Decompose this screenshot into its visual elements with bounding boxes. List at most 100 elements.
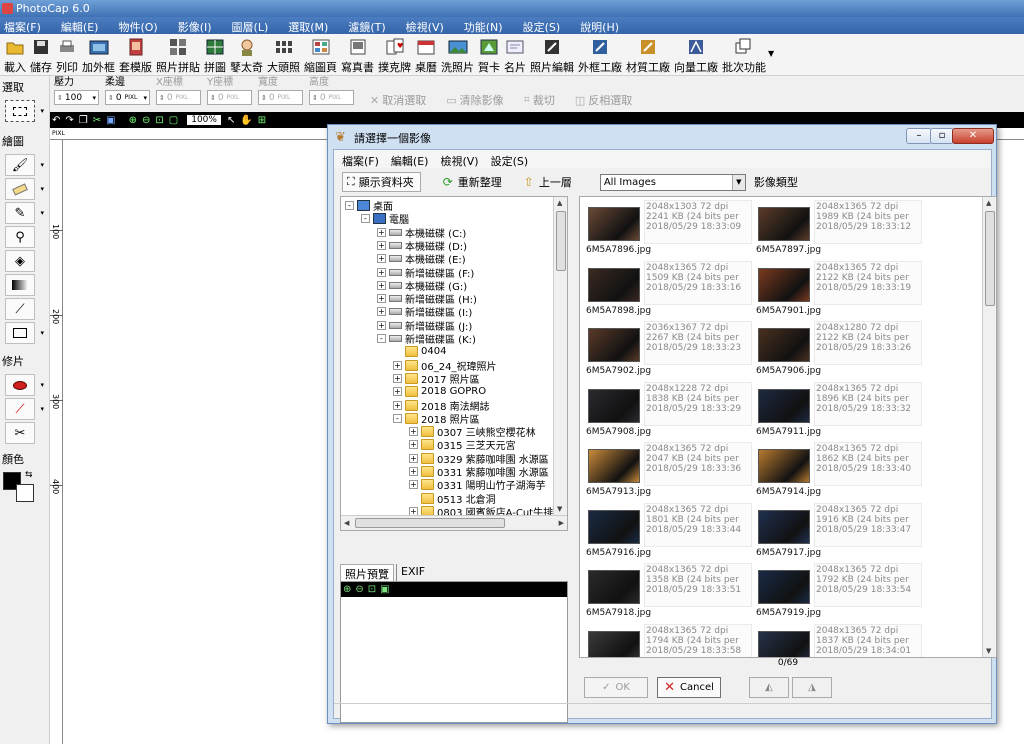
expand-icon[interactable]: +: [377, 254, 386, 264]
rect-select-tool[interactable]: ▾: [5, 100, 44, 122]
save-button[interactable]: 儲存: [28, 34, 54, 75]
thumbnail-item[interactable]: 2048x1365 72 dpi 2047 KB (24 bits per 2018…: [584, 442, 752, 502]
eyedropper-tool[interactable]: ⟋: [5, 298, 35, 320]
expand-icon[interactable]: +: [377, 294, 386, 304]
cut-icon[interactable]: ✂: [93, 115, 101, 126]
thumbnail-item[interactable]: 2036x1367 72 dpi 2267 KB (24 bits per 2018…: [584, 321, 752, 381]
clear-image-button[interactable]: ▭ 清除影像: [446, 88, 503, 112]
tree-node[interactable]: +0307 三峽熊空櫻花林: [409, 425, 536, 439]
id-photo-button[interactable]: 大頭照: [265, 34, 302, 75]
expand-icon[interactable]: +: [393, 400, 402, 410]
collapse-icon[interactable]: -: [361, 214, 370, 224]
swap-colors-icon[interactable]: ⇆: [25, 470, 33, 480]
tree-node[interactable]: 0404: [393, 345, 446, 358]
expand-icon[interactable]: +: [409, 440, 418, 450]
expand-icon[interactable]: +: [377, 307, 386, 317]
folder-tree[interactable]: - 桌面 - 電腦 + 本機磁碟 (C:) + 本機磁碟 (D:) + 本機磁碟 (E:) + 新增磁…: [340, 196, 568, 531]
expand-icon[interactable]: +: [409, 427, 418, 437]
thumbnail-item[interactable]: 2048x1365 72 dpi 1509 KB (24 bits per 2018…: [584, 260, 752, 321]
dropdown-arrow-icon[interactable]: ▾: [40, 329, 44, 337]
contact-sheet-button[interactable]: 縮圖頁: [302, 34, 339, 75]
pressure-spinner[interactable]: ⇕ 100 ▾: [54, 90, 99, 105]
close-button[interactable]: ✕: [952, 128, 994, 144]
thumbnail-vertical-scrollbar[interactable]: ▲ ▼: [982, 197, 996, 657]
tab-photo-preview[interactable]: 照片預覽: [340, 564, 394, 581]
tree-node[interactable]: + 本機磁碟 (G:): [377, 279, 467, 293]
thumbnail-item[interactable]: 2048x1303 72 dpi 2241 KB (24 bits per 2018…: [584, 200, 752, 260]
scroll-up-icon[interactable]: ▲: [986, 199, 991, 207]
menu-object[interactable]: 物件(O): [118, 17, 165, 34]
tree-node[interactable]: - 新增磁碟區 (K:): [377, 332, 476, 346]
fit-window-icon[interactable]: ⊡: [368, 584, 376, 595]
thumbnail-image[interactable]: [588, 509, 640, 544]
menu-file[interactable]: 檔案(F): [4, 17, 49, 34]
collapse-icon[interactable]: -: [393, 413, 402, 423]
retouch-brush-tool[interactable]: ⟋ ▾: [5, 398, 44, 420]
photo-edit-button[interactable]: 照片編輯: [528, 34, 576, 75]
show-folders-button[interactable]: ⛶ 顯示資料夾: [342, 172, 421, 192]
dialog-menu-view[interactable]: 檢視(V): [440, 150, 478, 168]
thumbnail-image[interactable]: [588, 630, 640, 657]
actual-size-icon[interactable]: ▣: [380, 584, 389, 595]
menu-edit[interactable]: 編輯(E): [61, 17, 107, 34]
thumbnail-item[interactable]: 2048x1365 72 dpi 1989 KB (24 bits per 2018…: [754, 200, 922, 260]
ok-button[interactable]: ✓ OK: [584, 677, 648, 698]
thumbnail-image[interactable]: [588, 328, 640, 362]
tree-node[interactable]: + 本機磁碟 (E:): [377, 252, 466, 266]
menu-layer[interactable]: 圖層(L): [232, 17, 277, 34]
thumbnail-item[interactable]: 2048x1365 72 dpi 1801 KB (24 bits per 2018…: [584, 502, 752, 563]
load-button[interactable]: 載入: [2, 34, 28, 75]
thumbnail-item[interactable]: 2048x1365 72 dpi 1862 KB (24 bits per 2018…: [754, 442, 922, 502]
brush-tool[interactable]: 🖌 ▾: [5, 154, 44, 176]
scroll-down-icon[interactable]: ▼: [557, 505, 562, 513]
thumbnail-item[interactable]: 2048x1365 72 dpi 1837 KB (24 bits per 2018…: [754, 623, 922, 657]
scroll-up-icon[interactable]: ▲: [557, 199, 562, 207]
thumbnail-image[interactable]: [588, 267, 640, 302]
tree-node[interactable]: +0331 陽明山竹子湖海芋: [409, 478, 546, 492]
dropdown-arrow-icon[interactable]: ▾: [40, 161, 44, 169]
invert-select-button[interactable]: ◫ 反相選取: [575, 88, 632, 112]
thumbnail-image[interactable]: [758, 570, 810, 604]
expand-icon[interactable]: +: [409, 480, 418, 490]
add-frame-button[interactable]: 加外框: [80, 34, 117, 75]
zoom-out-icon[interactable]: ⊖: [355, 584, 363, 595]
thumbnail-image[interactable]: [758, 449, 810, 483]
thumbnail-item[interactable]: 2048x1365 72 dpi 1794 KB (24 bits per 2018…: [584, 623, 752, 657]
menu-help[interactable]: 說明(H): [580, 17, 627, 34]
expand-icon[interactable]: +: [377, 227, 386, 237]
image-filter-select[interactable]: All Images ▼: [599, 173, 746, 191]
dialog-menu-edit[interactable]: 編輯(E): [391, 150, 429, 168]
scroll-down-icon[interactable]: ▼: [986, 647, 991, 655]
thumbnail-grid[interactable]: 2048x1303 72 dpi 2241 KB (24 bits per 2018…: [579, 196, 997, 658]
thumbnail-item[interactable]: 2048x1365 72 dpi 1896 KB (24 bits per 2018…: [754, 381, 922, 442]
texture-factory-button[interactable]: 材質工廠: [624, 34, 672, 75]
tree-node[interactable]: +0315 三芝天元宮: [409, 438, 516, 452]
dialog-titlebar[interactable]: ❦ 請選擇一個影像 – ▫ ✕: [328, 125, 996, 149]
stamp-tool[interactable]: ⚲: [5, 226, 35, 248]
tree-node[interactable]: + 本機磁碟 (C:): [377, 226, 466, 240]
thumbnail-item[interactable]: 2048x1365 72 dpi 1792 KB (24 bits per 2018…: [754, 563, 922, 623]
dropdown-arrow-icon[interactable]: ▾: [40, 107, 44, 115]
thumbnail-image[interactable]: [588, 449, 640, 483]
menu-settings[interactable]: 設定(S): [523, 17, 569, 34]
tab-exif[interactable]: EXIF: [396, 564, 430, 581]
zoom-in-icon[interactable]: ⊕: [343, 584, 351, 595]
menu-view[interactable]: 檢視(V): [406, 17, 452, 34]
clone-tool[interactable]: ✂: [5, 422, 35, 444]
up-level-button[interactable]: ⇧ 上一層: [524, 174, 572, 190]
gradient-tool[interactable]: [5, 274, 35, 296]
tree-node[interactable]: +0331 紫藤咖啡園 水源區: [409, 465, 549, 479]
toolbar-more-chevron-icon[interactable]: ▼: [768, 49, 774, 75]
tree-node[interactable]: +0329 紫藤咖啡園 水源區: [409, 452, 549, 466]
frame-factory-button[interactable]: 外框工廠: [576, 34, 624, 75]
expand-icon[interactable]: +: [393, 387, 402, 397]
y-spinner[interactable]: ⇕ 0 PIXL: [207, 90, 252, 105]
thumbnail-scroll-thumb[interactable]: [985, 211, 995, 306]
cancel-button[interactable]: ✕ Cancel: [657, 677, 721, 698]
business-card-button[interactable]: 名片: [502, 34, 528, 75]
expand-icon[interactable]: +: [377, 280, 386, 290]
fill-tool[interactable]: ◈: [5, 250, 35, 272]
thumbnail-image[interactable]: [758, 388, 810, 423]
tree-node[interactable]: -2018 照片區: [393, 412, 480, 426]
tree-node[interactable]: +06_24_祝瑋照片: [393, 359, 496, 373]
